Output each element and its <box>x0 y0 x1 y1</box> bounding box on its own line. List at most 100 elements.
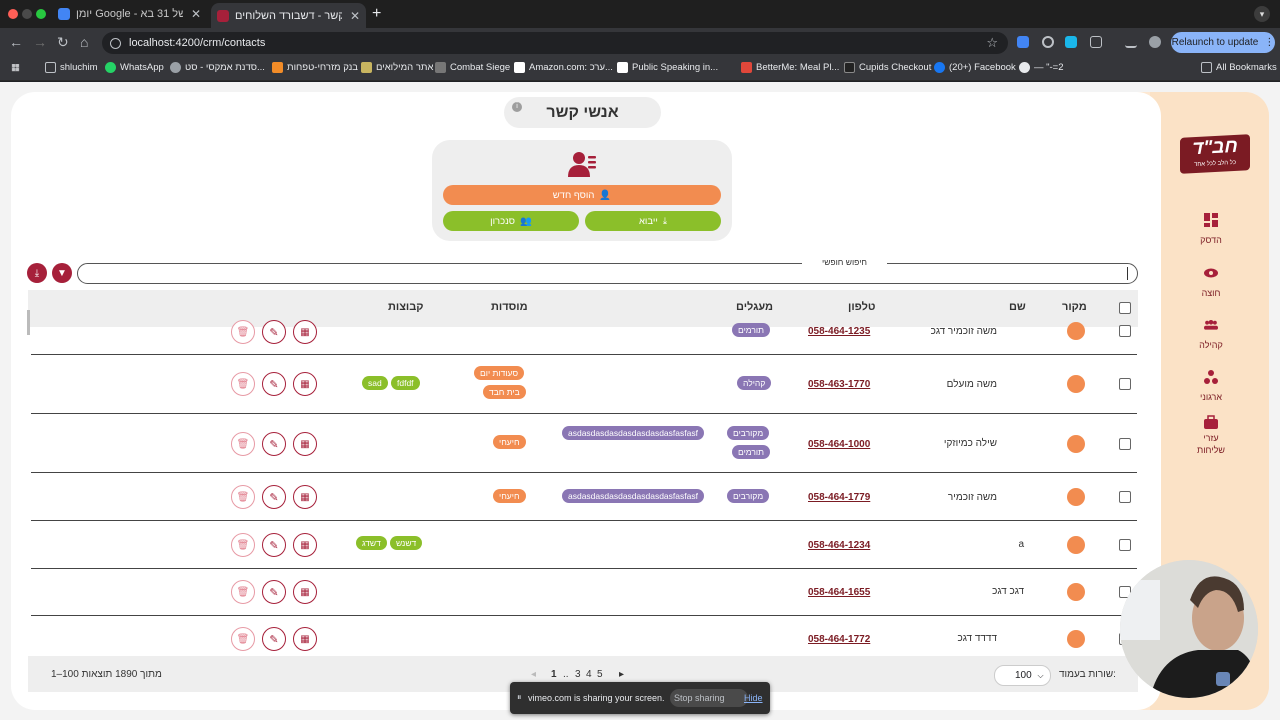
bookmark-item[interactable]: אתר המילואים <box>361 62 433 73</box>
contact-phone[interactable]: 058-464-1000 <box>808 439 870 450</box>
calendar-button[interactable]: ▦ <box>293 485 317 509</box>
header-groups[interactable]: קבוצות <box>388 301 423 313</box>
edit-button[interactable]: ✎ <box>262 432 286 456</box>
export-download-button[interactable]: ⤓ <box>27 263 47 283</box>
sidebar-item-desk[interactable]: הדסק <box>1183 213 1239 248</box>
hide-button[interactable]: Hide <box>744 693 763 703</box>
contact-phone[interactable]: 058-464-1655 <box>808 587 870 598</box>
sidebar-item-organization[interactable]: ארגוני <box>1183 370 1239 405</box>
delete-button[interactable]: 🗑 <box>231 432 255 456</box>
url-text[interactable]: localhost:4200/crm/contacts <box>129 37 265 49</box>
previous-page-icon[interactable]: ◂ <box>531 669 536 680</box>
extensions-puzzle-icon[interactable] <box>1090 36 1102 48</box>
close-tab-icon[interactable]: ✕ <box>183 7 201 21</box>
import-button[interactable]: ייבוא ⤓ <box>585 211 721 231</box>
delete-button[interactable]: 🗑 <box>231 485 255 509</box>
contact-phone[interactable]: 058-464-1235 <box>808 326 870 337</box>
site-info-icon[interactable] <box>110 37 121 49</box>
tab-search-chevron-icon[interactable]: ▾ <box>1254 6 1270 22</box>
delete-button[interactable]: 🗑 <box>231 627 255 651</box>
bookmark-item[interactable]: סדנת אמקסי - סט... <box>170 62 265 73</box>
edit-button[interactable]: ✎ <box>262 485 286 509</box>
sync-button[interactable]: סנכרון 👥 <box>443 211 579 231</box>
translate-extension-icon[interactable] <box>1017 36 1029 48</box>
page-4[interactable]: 4 <box>586 669 592 680</box>
sidebar-item-outreach[interactable]: חוצה <box>1183 266 1239 301</box>
header-source[interactable]: מקור <box>1062 301 1087 313</box>
next-page-icon[interactable]: ▸ <box>619 669 624 680</box>
all-bookmarks-button[interactable]: All Bookmarks <box>1201 62 1277 73</box>
table-scrollbar[interactable] <box>27 310 30 335</box>
calendar-button[interactable]: ▦ <box>293 580 317 604</box>
free-search-input[interactable] <box>77 263 1138 284</box>
maximize-window-button[interactable] <box>36 9 46 19</box>
rows-per-page-select[interactable]: 100 ⌵ <box>994 665 1051 686</box>
edit-button[interactable]: ✎ <box>262 580 286 604</box>
filter-button[interactable]: ▼ <box>52 263 72 283</box>
select-all-checkbox[interactable] <box>1119 302 1131 314</box>
info-icon[interactable]: i <box>512 102 522 112</box>
vimeo-extension-icon[interactable] <box>1065 36 1077 48</box>
address-bar[interactable]: localhost:4200/crm/contacts ☆ <box>102 32 1008 54</box>
edit-button[interactable]: ✎ <box>262 320 286 344</box>
bookmark-item[interactable]: Amazon.com: ערכ... <box>514 62 613 73</box>
chabad-logo[interactable]: חב"ד כל הלב לכל אחד <box>1180 134 1250 174</box>
apps-grid-icon[interactable]: ▦ <box>11 62 20 73</box>
bookmark-star-icon[interactable]: ☆ <box>986 35 998 51</box>
contact-phone[interactable]: 058-464-1779 <box>808 492 870 503</box>
header-institutions[interactable]: מוסדות <box>491 301 528 313</box>
bookmark-item[interactable]: BetterMe: Meal Pl... <box>741 62 839 73</box>
contact-phone[interactable]: 058-463-1770 <box>808 379 870 390</box>
contact-phone[interactable]: 058-464-1772 <box>808 634 870 645</box>
header-phone[interactable]: טלפון <box>848 301 875 313</box>
bookmark-item[interactable]: Combat Siege <box>435 62 510 73</box>
relaunch-button[interactable]: Relaunch to update ⋮ <box>1171 32 1275 53</box>
contact-phone[interactable]: 058-464-1234 <box>808 540 870 551</box>
page-3[interactable]: 3 <box>575 669 581 680</box>
sidebar-item-mission-aids[interactable]: עזרי שליחות <box>1183 415 1239 456</box>
minimize-window-button[interactable] <box>22 9 32 19</box>
delete-button[interactable]: 🗑 <box>231 372 255 396</box>
row-checkbox[interactable] <box>1119 539 1131 551</box>
bookmark-item[interactable]: — "-=2 <box>1019 62 1064 73</box>
browser-tab-calendar[interactable]: יומן Google - השבוע של 31 בא... ✕ <box>52 3 207 25</box>
row-checkbox[interactable] <box>1119 491 1131 503</box>
profile-avatar-icon[interactable] <box>1149 36 1161 48</box>
bookmark-item[interactable]: shluchim <box>45 62 98 73</box>
calendar-button[interactable]: ▦ <box>293 627 317 651</box>
row-checkbox[interactable] <box>1119 438 1131 450</box>
reload-icon[interactable]: ↻ <box>57 34 69 51</box>
edit-button[interactable]: ✎ <box>262 533 286 557</box>
bookmark-item[interactable]: WhatsApp <box>105 62 164 73</box>
forward-arrow-icon[interactable]: → <box>33 34 47 50</box>
edit-button[interactable]: ✎ <box>262 627 286 651</box>
add-new-contact-button[interactable]: הוסף חדש 👤 <box>443 185 721 205</box>
home-icon[interactable]: ⌂ <box>80 34 88 50</box>
close-window-button[interactable] <box>8 9 18 19</box>
sidebar-item-community[interactable]: קהילה <box>1183 318 1239 353</box>
page-5[interactable]: 5 <box>597 669 603 680</box>
bookmark-item[interactable]: בנק מזרחי-טפחות <box>272 62 358 73</box>
close-tab-icon[interactable]: ✕ <box>342 9 360 23</box>
new-tab-button[interactable]: + <box>372 5 381 23</box>
extension-circle-icon[interactable] <box>1042 36 1054 48</box>
calendar-button[interactable]: ▦ <box>293 372 317 396</box>
calendar-button[interactable]: ▦ <box>293 533 317 557</box>
header-circles[interactable]: מעגלים <box>736 301 773 313</box>
bookmark-item[interactable]: Cupids Checkout <box>844 62 931 73</box>
calendar-button[interactable]: ▦ <box>293 320 317 344</box>
delete-button[interactable]: 🗑 <box>231 533 255 557</box>
calendar-button[interactable]: ▦ <box>293 432 317 456</box>
row-checkbox[interactable] <box>1119 378 1131 390</box>
delete-button[interactable]: 🗑 <box>231 580 255 604</box>
browser-tab-contacts[interactable]: אנשי קשר - דשבורד השלוחים ✕ <box>211 3 366 28</box>
delete-button[interactable]: 🗑 <box>231 320 255 344</box>
back-arrow-icon[interactable]: ← <box>9 34 23 50</box>
bookmark-item[interactable]: Public Speaking in... <box>617 62 718 73</box>
bookmark-item[interactable]: (20+) Facebook <box>934 62 1016 73</box>
header-name[interactable]: שם <box>1009 301 1026 313</box>
edit-button[interactable]: ✎ <box>262 372 286 396</box>
download-icon[interactable] <box>1125 36 1137 48</box>
row-checkbox[interactable] <box>1119 325 1131 337</box>
page-1[interactable]: 1 <box>551 669 557 680</box>
